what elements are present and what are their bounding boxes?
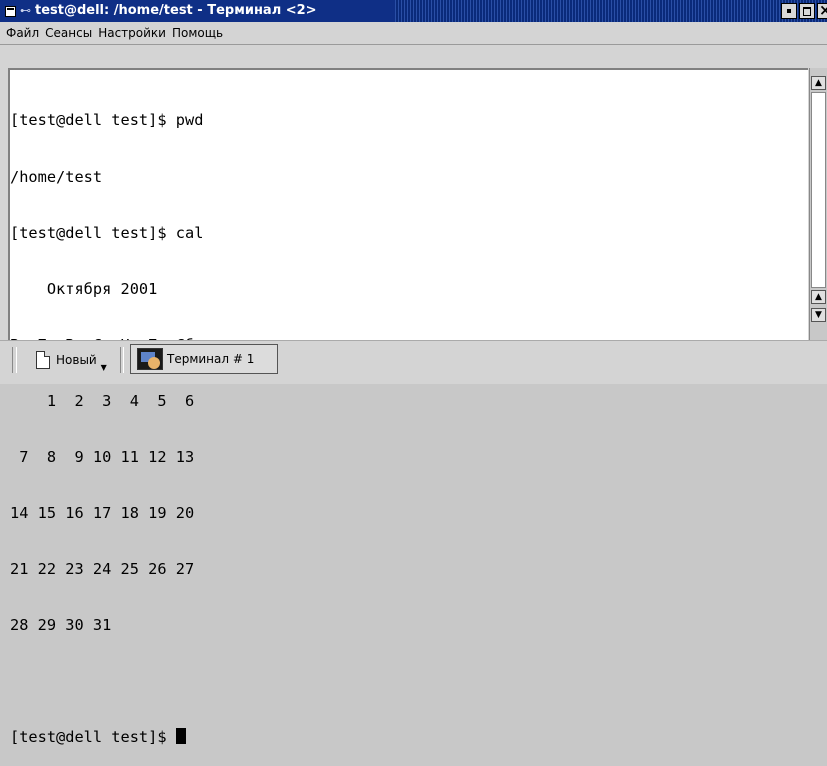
menu-help[interactable]: Помощь — [169, 26, 226, 40]
terminal-line: 21 22 23 24 25 26 27 — [10, 560, 195, 579]
new-session-button[interactable]: Новый ▼ — [30, 345, 107, 375]
toolbar-grip[interactable] — [12, 347, 17, 373]
separator — [120, 347, 124, 373]
terminal-line: [test@dell test]$ pwd — [10, 111, 204, 130]
menu-settings[interactable]: Настройки — [95, 26, 169, 40]
dropdown-arrow-icon[interactable]: ▼ — [101, 363, 107, 372]
session-tab-bar: Новый ▼ Терминал # 1 — [0, 340, 827, 384]
terminal-line: [test@dell test]$ cal — [10, 223, 204, 242]
window-controls — [781, 1, 827, 19]
scroll-up-arrow-icon[interactable]: ▲ — [811, 290, 826, 304]
menu-sessions[interactable]: Сеансы — [42, 26, 95, 40]
terminal-line: 14 15 16 17 18 19 20 — [10, 504, 195, 523]
terminal-prompt: [test@dell test]$ — [10, 728, 176, 747]
title-bar[interactable]: ⊷ test@dell: /home/test - Терминал <2> — [0, 0, 827, 22]
terminal-text[interactable]: [test@dell test]$ pwd /home/test [test@d… — [10, 74, 203, 766]
scrollbar-thumb[interactable] — [811, 92, 826, 288]
text-cursor — [175, 728, 186, 745]
terminal-line: 28 29 30 31 — [10, 616, 112, 635]
tab-terminal-1[interactable]: Терминал # 1 — [130, 344, 278, 374]
close-button[interactable] — [817, 1, 827, 19]
window-menu-icon[interactable] — [5, 5, 16, 17]
new-session-label: Новый — [56, 353, 97, 367]
menu-file[interactable]: Файл — [0, 26, 42, 40]
tab-terminal-label: Терминал # 1 — [167, 352, 255, 366]
terminal-icon — [137, 348, 163, 370]
scroll-up-arrow-icon[interactable]: ▲ — [811, 76, 826, 90]
terminal-line: /home/test — [10, 167, 103, 186]
vertical-scrollbar[interactable]: ▲ ▲ ▼ — [809, 68, 827, 340]
terminal-line: 7 8 9 10 11 12 13 — [10, 447, 195, 466]
minimize-button[interactable] — [781, 3, 797, 19]
scroll-down-arrow-icon[interactable]: ▼ — [811, 308, 826, 322]
terminal-prompt-line: [test@dell test]$ — [10, 728, 203, 747]
window-title: test@dell: /home/test - Терминал <2> — [35, 3, 317, 18]
maximize-button[interactable] — [799, 3, 815, 19]
terminal-window: ⊷ test@dell: /home/test - Терминал <2> Ф… — [0, 0, 827, 746]
document-icon — [36, 351, 50, 369]
terminal-line: 1 2 3 4 5 6 — [10, 391, 195, 410]
menu-bar: Файл Сеансы Настройки Помощь — [0, 22, 827, 45]
title-bar-active: ⊷ test@dell: /home/test - Терминал <2> — [0, 0, 395, 22]
pin-icon[interactable]: ⊷ — [20, 0, 31, 22]
terminal-line: Октября 2001 — [10, 279, 158, 298]
